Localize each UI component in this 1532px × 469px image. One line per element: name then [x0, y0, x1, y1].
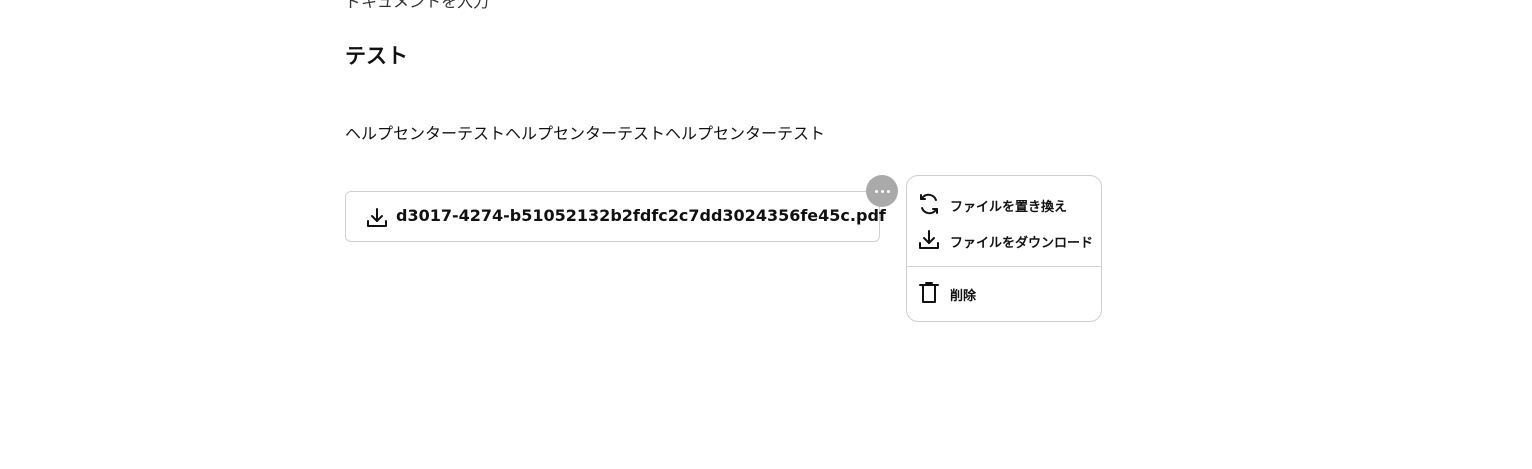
section-body-text: ヘルプセンターテストヘルプセンターテストヘルプセンターテスト	[345, 124, 826, 143]
file-context-menu: ファイルを置き換え ファイルをダウンロード 削除	[906, 175, 1102, 322]
menu-item-label: ファイルを置き換え	[950, 200, 1068, 215]
menu-item-label: ファイルをダウンロード	[950, 236, 1094, 251]
more-horizontal-icon	[873, 189, 891, 193]
previous-paragraph-text: ドキュメントを入力	[345, 0, 490, 11]
refresh-icon	[917, 192, 941, 216]
page: ドキュメントを入力 テスト ヘルプセンターテストヘルプセンターテストヘルプセンタ…	[0, 0, 1532, 469]
download-icon	[365, 206, 389, 230]
file-attachment[interactable]: d3017-4274-b51052132b2fdfc2c7dd3024356fe…	[345, 191, 886, 242]
menu-item-delete[interactable]: 削除	[907, 277, 1101, 309]
download-icon	[917, 228, 941, 252]
more-options-button[interactable]	[866, 175, 898, 207]
menu-item-replace-file[interactable]: ファイルを置き換え	[907, 188, 1101, 220]
section-heading: テスト	[345, 44, 408, 68]
file-name: d3017-4274-b51052132b2fdfc2c7dd3024356fe…	[396, 206, 886, 225]
menu-divider	[907, 266, 1101, 267]
trash-icon	[917, 281, 941, 305]
menu-item-label: 削除	[950, 289, 977, 304]
menu-item-download-file[interactable]: ファイルをダウンロード	[907, 224, 1101, 256]
